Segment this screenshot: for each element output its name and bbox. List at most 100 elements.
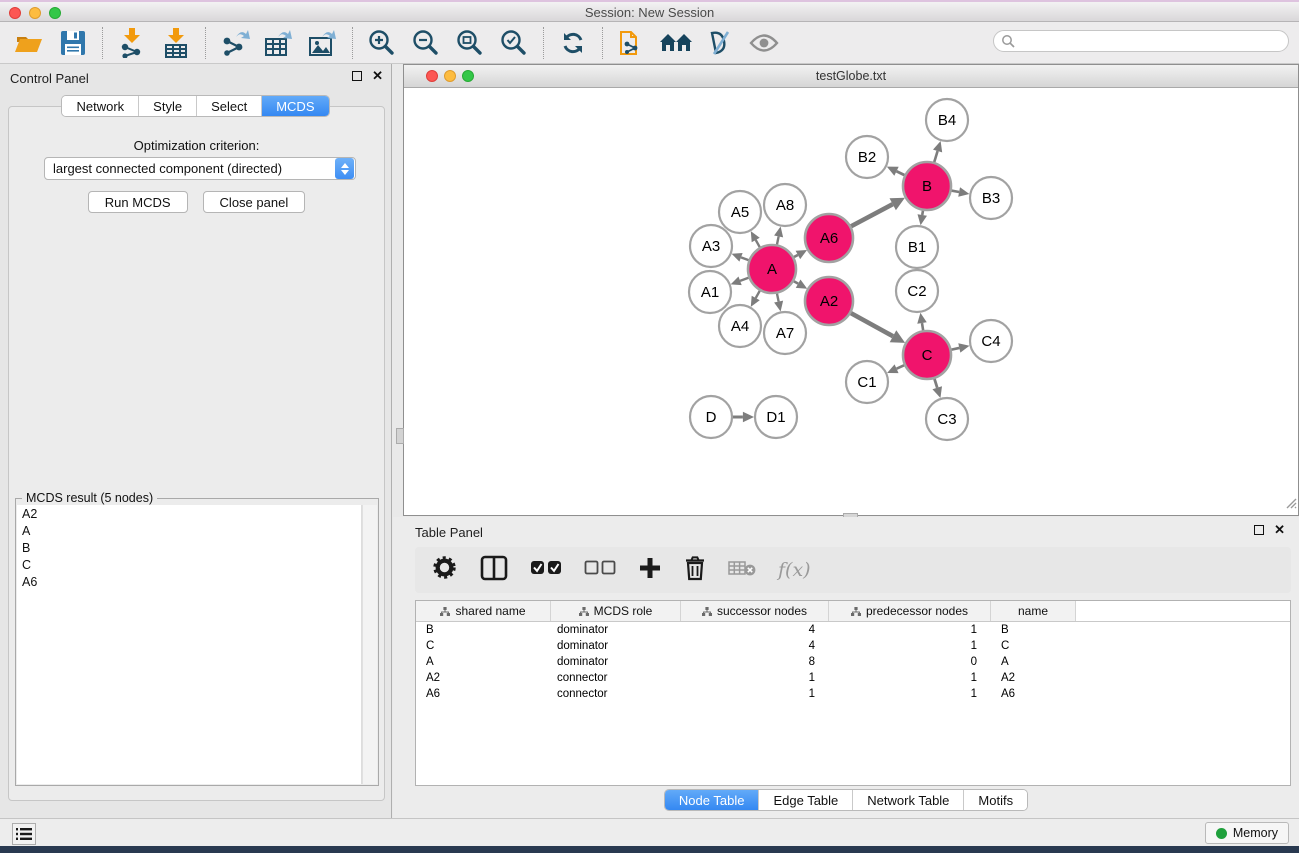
graph-edge[interactable] [850,313,893,337]
table-cell[interactable]: 4 [681,640,829,652]
result-list-scrollbar[interactable] [362,505,377,784]
zoom-selected-icon[interactable] [497,27,531,59]
task-history-button[interactable] [12,823,36,845]
unchecked-boxes-icon[interactable] [584,560,616,581]
resize-grip-icon[interactable] [1283,495,1297,514]
zoom-out-icon[interactable] [409,27,443,59]
table-cell[interactable]: C [991,640,1076,652]
table-cell[interactable]: A2 [416,672,551,684]
optimization-criterion-select[interactable]: largest connected component (directed) [44,157,356,180]
plus-icon[interactable] [638,556,662,585]
table-cell[interactable]: C [416,640,551,652]
splitpane-handle[interactable] [396,428,404,444]
graph-edge[interactable] [897,365,906,369]
table-cell[interactable]: 1 [829,640,991,652]
zoom-fit-icon[interactable] [453,27,487,59]
graph-edge[interactable] [934,151,938,163]
table-cell[interactable]: 1 [829,672,991,684]
graph-edge[interactable] [951,190,960,192]
column-header[interactable]: name [991,601,1076,621]
graph-edge[interactable] [756,290,761,298]
tab-select[interactable]: Select [197,96,262,116]
table-cell[interactable]: connector [551,688,681,700]
table-cell[interactable]: connector [551,672,681,684]
import-network-icon[interactable] [115,27,149,59]
graph-edge[interactable] [777,293,779,302]
tab-edge-table[interactable]: Edge Table [759,790,853,810]
save-icon[interactable] [56,27,90,59]
table-cell[interactable]: 0 [829,656,991,668]
tab-network-table[interactable]: Network Table [853,790,964,810]
mcds-result-item[interactable]: A [17,522,361,539]
tab-node-table[interactable]: Node Table [665,790,760,810]
close-panel-icon[interactable]: ✕ [372,71,383,81]
table-cell[interactable]: A [416,656,551,668]
refresh-icon[interactable] [556,27,590,59]
graph-edge[interactable] [934,378,937,388]
graph-edge[interactable] [777,236,779,245]
float-table-panel-icon[interactable] [1254,525,1264,535]
graph-edge[interactable] [950,348,959,350]
checked-boxes-icon[interactable] [530,560,562,581]
import-table-icon[interactable] [159,27,193,59]
graph-edge[interactable] [756,240,761,248]
table-cell[interactable]: 1 [829,688,991,700]
gear-icon[interactable] [431,554,458,586]
split-columns-icon[interactable] [480,555,508,586]
table-cell[interactable]: dominator [551,624,681,636]
tab-style[interactable]: Style [139,96,197,116]
table-row[interactable]: A6connector11A6 [416,686,1290,702]
graph-edge[interactable] [740,277,749,280]
homes-icon[interactable] [659,27,693,59]
close-table-panel-icon[interactable]: ✕ [1274,525,1285,535]
column-header[interactable]: shared name [416,601,551,621]
search-input[interactable] [1015,34,1288,48]
search-box[interactable] [993,30,1289,52]
table-row[interactable]: A2connector11A2 [416,670,1290,686]
export-image-icon[interactable] [306,27,340,59]
table-cell[interactable]: B [416,624,551,636]
column-header[interactable]: predecessor nodes [829,601,991,621]
table-cell[interactable]: 1 [829,624,991,636]
graph-edge[interactable] [850,204,893,227]
table-cell[interactable]: dominator [551,640,681,652]
export-table-icon[interactable] [262,27,296,59]
trash-icon[interactable] [684,555,706,586]
network-window-titlebar[interactable]: testGlobe.txt [404,65,1298,88]
graph-edge[interactable] [896,171,905,175]
memory-button[interactable]: Memory [1205,822,1289,844]
close-panel-button[interactable]: Close panel [203,191,306,213]
network-canvas[interactable]: B4B2BB3B1A5A8A6A3AA1C2A2A4A7C4CC1C3DD1 [404,88,1298,515]
mcds-result-item[interactable]: C [17,556,361,573]
table-cell[interactable]: A2 [991,672,1076,684]
table-cell[interactable]: A [991,656,1076,668]
table-cell[interactable]: dominator [551,656,681,668]
mcds-result-item[interactable]: B [17,539,361,556]
tab-mcds[interactable]: MCDS [262,96,328,116]
tab-network[interactable]: Network [62,96,139,116]
graph-edge[interactable] [741,257,750,260]
table-row[interactable]: Adominator80A [416,654,1290,670]
open-folder-icon[interactable] [12,27,46,59]
document-network-icon[interactable] [615,27,649,59]
run-mcds-button[interactable]: Run MCDS [88,191,188,213]
zoom-in-icon[interactable] [365,27,399,59]
export-network-icon[interactable] [218,27,252,59]
table-cell[interactable]: 1 [681,688,829,700]
column-header[interactable]: successor nodes [681,601,829,621]
float-panel-icon[interactable] [352,71,362,81]
mcds-result-list[interactable]: A2ABCA6 [17,505,362,784]
table-cell[interactable]: A6 [416,688,551,700]
mcds-result-item[interactable]: A6 [17,573,361,590]
table-cell[interactable]: 4 [681,624,829,636]
tab-motifs[interactable]: Motifs [964,790,1027,810]
network-graph[interactable]: B4B2BB3B1A5A8A6A3AA1C2A2A4A7C4CC1C3DD1 [404,88,1298,515]
table-cell[interactable]: 1 [681,672,829,684]
table-cell[interactable]: A6 [991,688,1076,700]
table-row[interactable]: Bdominator41B [416,622,1290,638]
hide-glyph-icon[interactable] [703,27,737,59]
column-header[interactable]: MCDS role [551,601,681,621]
table-cell[interactable]: B [991,624,1076,636]
eye-icon[interactable] [747,27,781,59]
table-row[interactable]: Cdominator41C [416,638,1290,654]
